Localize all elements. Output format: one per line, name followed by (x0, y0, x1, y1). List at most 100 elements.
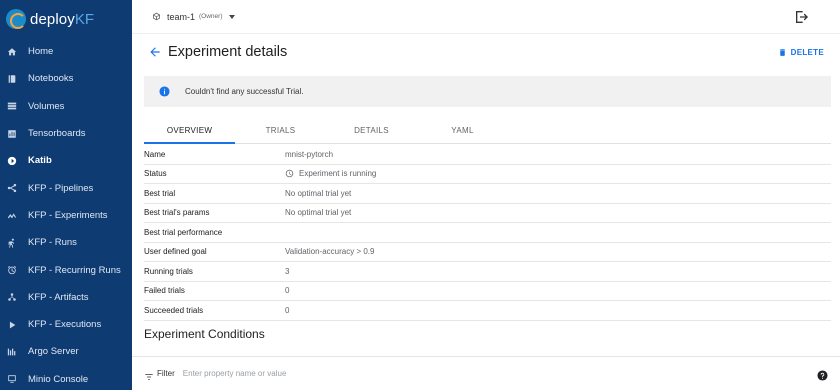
executions-icon (6, 319, 17, 330)
delete-label: DELETE (790, 47, 824, 57)
page-title: Experiment details (168, 44, 288, 60)
logout-icon (796, 11, 808, 23)
notebook-icon (6, 73, 17, 84)
chevron-down-icon (228, 14, 235, 19)
info-banner: Couldn't find any successful Trial. (144, 76, 831, 107)
runs-icon (6, 237, 17, 248)
sidebar-item-label: KFP - Recurring Runs (28, 264, 121, 276)
detail-row-succeeded-trials: Succeeded trials 0 (144, 301, 831, 321)
arrow-back-icon (150, 47, 160, 57)
sidebar-item-label: Minio Console (28, 373, 89, 385)
filter-bar: Filter (132, 356, 840, 390)
detail-value: No optimal trial yet (285, 208, 352, 218)
sidebar-item-label: Argo Server (28, 346, 79, 358)
sidebar-item-home[interactable]: Home (0, 38, 132, 65)
trash-icon (779, 48, 785, 56)
logout-button[interactable] (794, 9, 810, 25)
detail-key: Running trials (144, 266, 193, 276)
sidebar-item-argo-server[interactable]: Argo Server (0, 338, 132, 365)
filter-input[interactable] (182, 369, 583, 378)
sidebar-item-kfp-artifacts[interactable]: KFP - Artifacts (0, 284, 132, 311)
info-icon (159, 86, 170, 97)
detail-row-user-defined-goal: User defined goal Validation-accuracy > … (144, 243, 831, 262)
sidebar-nav: Home Notebooks Volumes Tensorboards Kati… (0, 38, 132, 390)
minio-icon (6, 374, 17, 385)
sidebar-item-label: Tensorboards (28, 128, 86, 140)
detail-value: 3 (285, 266, 290, 276)
namespace-name: team-1 (167, 11, 196, 22)
experiment-conditions-heading: Experiment Conditions (144, 327, 265, 341)
filter-label: Filter (157, 369, 175, 378)
detail-key: Best trial's params (144, 208, 210, 218)
sidebar-item-label: KFP - Artifacts (28, 291, 89, 303)
pipelines-icon (6, 183, 17, 194)
artifacts-icon (6, 292, 17, 303)
recurring-runs-icon (6, 265, 17, 276)
tab-trials[interactable]: TRIALS (235, 118, 326, 143)
banner-message: Couldn't find any successful Trial. (185, 87, 304, 96)
detail-value: 0 (285, 305, 290, 315)
detail-key: Status (144, 169, 167, 179)
tab-details[interactable]: DETAILS (326, 118, 417, 143)
delete-button[interactable]: DELETE (778, 48, 824, 57)
tab-overview[interactable]: OVERVIEW (144, 118, 235, 144)
namespace-selector[interactable]: team-1 (Owner) (152, 12, 235, 22)
katib-icon (6, 155, 17, 166)
sidebar-item-kfp-pipelines[interactable]: KFP - Pipelines (0, 174, 132, 201)
sidebar: deployKF Home Notebooks Volumes Tensorbo… (0, 0, 132, 390)
back-button[interactable] (148, 45, 162, 59)
sidebar-item-label: KFP - Executions (28, 319, 102, 331)
sidebar-item-notebooks[interactable]: Notebooks (0, 65, 132, 92)
detail-key: Name (144, 149, 166, 159)
detail-value-status: Experiment is running (285, 169, 376, 178)
detail-row-best-trial: Best trial No optimal trial yet (144, 184, 831, 204)
detail-key: Best trial performance (144, 227, 223, 237)
sidebar-item-kfp-experiments[interactable]: KFP - Experiments (0, 202, 132, 229)
home-icon (6, 46, 17, 57)
sidebar-item-label: Volumes (28, 100, 65, 112)
namespace-cube-icon (153, 12, 160, 21)
sidebar-item-kfp-recurring-runs[interactable]: KFP - Recurring Runs (0, 256, 132, 283)
detail-key: Succeeded trials (144, 305, 204, 315)
sidebar-item-label: KFP - Runs (28, 237, 77, 249)
experiment-details-list: Name mnist-pytorch Status Experiment is … (144, 145, 831, 321)
detail-row-name: Name mnist-pytorch (144, 145, 831, 165)
sidebar-item-volumes[interactable]: Volumes (0, 93, 132, 120)
clock-icon (285, 170, 294, 178)
deploykf-logo-icon (6, 9, 26, 29)
detail-row-failed-trials: Failed trials 0 (144, 282, 831, 301)
filter-icon (144, 369, 154, 380)
detail-row-status: Status Experiment is running (144, 165, 831, 184)
sidebar-item-label: KFP - Experiments (28, 209, 108, 221)
page-header: Experiment details DELETE (132, 34, 840, 70)
detail-row-running-trials: Running trials 3 (144, 262, 831, 282)
app-logo[interactable]: deployKF (0, 0, 132, 38)
sidebar-item-katib[interactable]: Katib (0, 147, 132, 174)
sidebar-item-kfp-executions[interactable]: KFP - Executions (0, 311, 132, 338)
detail-value: No optimal trial yet (285, 188, 352, 198)
detail-row-best-trial-performance: Best trial performance (144, 223, 831, 243)
detail-value: mnist-pytorch (285, 149, 334, 159)
detail-key: User defined goal (144, 247, 207, 257)
top-bar: team-1 (Owner) (132, 0, 840, 34)
argo-icon (6, 346, 17, 357)
sidebar-item-kfp-runs[interactable]: KFP - Runs (0, 229, 132, 256)
tab-bar: OVERVIEW TRIALS DETAILS YAML (144, 118, 831, 144)
detail-key: Failed trials (144, 286, 185, 296)
detail-value: Validation-accuracy > 0.9 (285, 247, 375, 257)
sidebar-item-label: Home (28, 46, 54, 58)
sidebar-item-minio-console[interactable]: Minio Console (0, 366, 132, 390)
detail-row-best-trial-params: Best trial's params No optimal trial yet (144, 204, 831, 223)
help-button[interactable] (817, 368, 828, 381)
experiments-icon (6, 210, 17, 221)
sidebar-item-label: Katib (28, 155, 52, 167)
sidebar-item-tensorboards[interactable]: Tensorboards (0, 120, 132, 147)
detail-key: Best trial (144, 188, 176, 198)
detail-value: 0 (285, 286, 290, 296)
tab-yaml[interactable]: YAML (417, 118, 508, 143)
sidebar-item-label: KFP - Pipelines (28, 182, 94, 194)
sidebar-item-label: Notebooks (28, 73, 74, 85)
tensorboard-icon (6, 128, 17, 139)
logo-text: deployKF (30, 10, 95, 28)
status-text: Experiment is running (299, 169, 377, 179)
